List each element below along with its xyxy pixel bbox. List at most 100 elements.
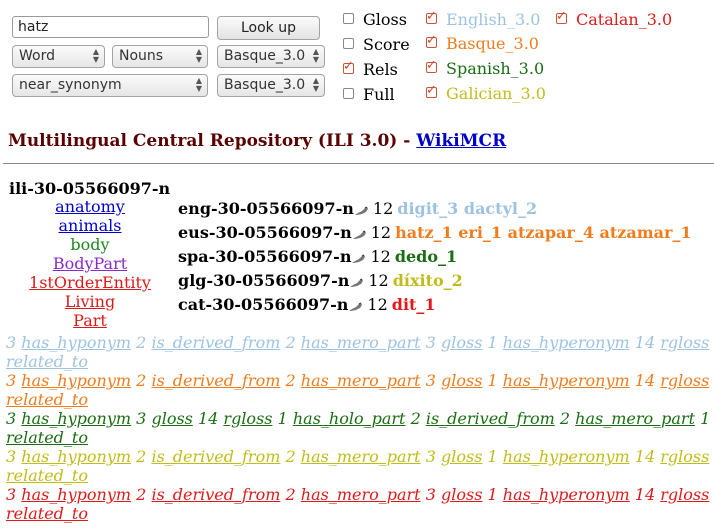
language-english-3-0[interactable]: English_3.0 [426, 9, 540, 31]
language-select-2[interactable]: Basque_3.0 ▲ ▼ [217, 74, 325, 97]
shoe-icon[interactable] [352, 223, 367, 239]
relation-link[interactable]: has_mero_part [301, 485, 421, 504]
relation-link[interactable]: has_hyponym [21, 409, 131, 428]
synset-words[interactable]: hatz_1 eri_1 atzapar_4 atzamar_1 [395, 223, 692, 242]
relation-link[interactable]: related_to [6, 390, 88, 409]
relation-link[interactable]: rgloss [223, 409, 272, 428]
relation-link[interactable]: is_derived_from [151, 333, 280, 352]
domain-link[interactable]: Living [20, 292, 160, 311]
language-galician-3-0[interactable]: Galician_3.0 [426, 83, 546, 105]
relation-link[interactable]: related_to [6, 466, 88, 485]
relation-count: 14 [197, 409, 219, 428]
domain-link[interactable]: 1stOrderEntity [20, 273, 160, 292]
option-full[interactable]: Full [343, 84, 395, 106]
relation-count: 14 [634, 333, 656, 352]
pos-select-value: Nouns [119, 48, 164, 64]
relation-link[interactable]: rgloss [660, 333, 709, 352]
shoe-icon[interactable] [354, 199, 369, 215]
language-select-2-value: Basque_3.0 [224, 77, 306, 93]
relation-count: 2 [136, 333, 147, 352]
checkbox[interactable] [426, 9, 437, 25]
domain-link[interactable]: anatomy [20, 197, 160, 216]
relation-select[interactable]: near_synonym ▲ ▼ [12, 74, 208, 97]
relation-link[interactable]: has_hyponym [21, 333, 131, 352]
checkbox[interactable] [426, 83, 437, 99]
domain-link[interactable]: animals [20, 216, 160, 235]
relation-link[interactable]: related_to [6, 352, 88, 371]
relation-link[interactable]: gloss [441, 371, 482, 390]
relation-count: 1 [487, 485, 498, 504]
language-spanish-3-0[interactable]: Spanish_3.0 [426, 58, 544, 80]
synset-code: glg-30-05566097-n [178, 271, 350, 290]
synset-words[interactable]: díxito_2 [393, 271, 463, 290]
relation-link[interactable]: gloss [441, 447, 482, 466]
relation-link[interactable]: has_holo_part [293, 409, 406, 428]
language-select-1[interactable]: Basque_3.0 ▲ ▼ [217, 45, 325, 68]
checkbox[interactable] [426, 33, 437, 49]
relation-link[interactable]: rgloss [660, 485, 709, 504]
checkbox[interactable] [343, 88, 354, 99]
checkbox[interactable] [343, 38, 354, 49]
domain-link[interactable]: BodyPart [20, 254, 160, 273]
synset-count: 12 [370, 223, 392, 242]
relation-link[interactable]: is_derived_from [426, 409, 555, 428]
synset-words[interactable]: dedo_1 [395, 247, 457, 266]
option-score[interactable]: Score [343, 34, 410, 56]
search-input[interactable] [12, 16, 209, 38]
shoe-icon[interactable] [349, 271, 364, 287]
synset-code: spa-30-05566097-n [178, 247, 352, 266]
relation-link[interactable]: has_hyponym [21, 447, 131, 466]
language-label: Basque_3.0 [446, 34, 539, 53]
relation-count: 1 [700, 409, 711, 428]
synset-count: 12 [367, 295, 388, 314]
relation-count: 3 [6, 333, 17, 352]
relation-link[interactable]: rgloss [660, 371, 709, 390]
relation-count: 2 [136, 485, 147, 504]
relation-link[interactable]: has_hyperonym [503, 333, 630, 352]
pos-select[interactable]: Nouns ▲ ▼ [112, 45, 208, 68]
checkbox[interactable] [343, 59, 354, 75]
look-up-button[interactable]: Look up [217, 16, 320, 40]
relation-count: 3 [425, 485, 436, 504]
relation-link[interactable]: has_mero_part [301, 333, 421, 352]
language-catalan-3-0[interactable]: Catalan_3.0 [556, 9, 672, 31]
relation-link[interactable]: has_mero_part [301, 447, 421, 466]
domain-link[interactable]: Part [20, 311, 160, 330]
language-basque-3-0[interactable]: Basque_3.0 [426, 33, 539, 55]
relation-link[interactable]: is_derived_from [151, 485, 280, 504]
relation-link[interactable]: has_hyponym [21, 485, 131, 504]
checkbox[interactable] [556, 9, 567, 25]
relation-count: 2 [136, 447, 147, 466]
synset-count: 12 [372, 199, 394, 218]
type-select[interactable]: Word ▲ ▼ [12, 45, 105, 68]
wikimcr-link[interactable]: WikiMCR [416, 131, 506, 151]
domain-link[interactable]: body [20, 235, 160, 254]
synset-row: spa-30-05566097-n 12 dedo_1 [178, 245, 457, 268]
relations-line: 3 has_hyponym 2 is_derived_from 2 has_me… [6, 447, 714, 466]
relation-link[interactable]: has_hyponym [21, 371, 131, 390]
option-gloss[interactable]: Gloss [343, 9, 407, 31]
synset-words[interactable]: digit_3 dactyl_2 [397, 199, 537, 218]
relation-link[interactable]: related_to [6, 428, 88, 447]
relation-link[interactable]: rgloss [660, 447, 709, 466]
relation-link[interactable]: is_derived_from [151, 371, 280, 390]
relation-link[interactable]: gloss [441, 485, 482, 504]
checkbox[interactable] [426, 58, 437, 74]
option-rels[interactable]: Rels [343, 59, 398, 81]
relation-link[interactable]: gloss [151, 409, 192, 428]
shoe-icon[interactable] [351, 247, 366, 263]
synset-code: eng-30-05566097-n [178, 199, 354, 218]
checkbox[interactable] [343, 13, 354, 24]
relation-link[interactable]: is_derived_from [151, 447, 280, 466]
relation-link[interactable]: related_to [6, 504, 88, 523]
relation-link[interactable]: has_mero_part [575, 409, 695, 428]
relation-link[interactable]: has_mero_part [301, 371, 421, 390]
shoe-icon[interactable] [348, 295, 363, 311]
synset-words[interactable]: dit_1 [392, 295, 436, 314]
relations-line: 3 has_hyponym 2 is_derived_from 2 has_me… [6, 333, 714, 352]
relation-link[interactable]: has_hyperonym [503, 371, 630, 390]
relation-count: 1 [487, 447, 498, 466]
relation-link[interactable]: gloss [441, 333, 482, 352]
relation-link[interactable]: has_hyperonym [503, 447, 630, 466]
relation-link[interactable]: has_hyperonym [503, 485, 630, 504]
